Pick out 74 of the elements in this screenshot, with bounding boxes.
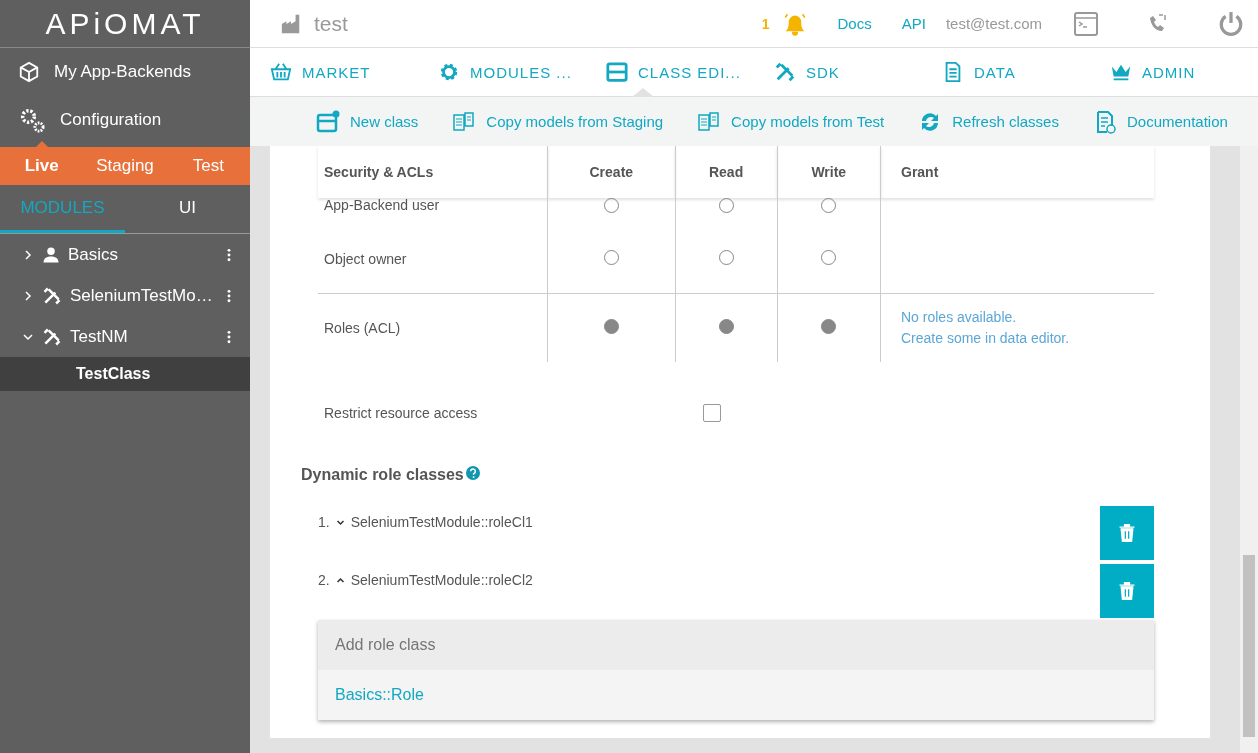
caret-up-icon [335, 576, 345, 585]
list-number: 2. [318, 572, 330, 588]
window-icon [606, 61, 628, 83]
user-email[interactable]: test@test.com [945, 15, 1042, 32]
table-cell: Object owner [318, 225, 548, 294]
header-link[interactable]: API [901, 15, 926, 32]
column-header: Read [675, 146, 778, 198]
toolbar-button[interactable]: Copy models from Staging [452, 109, 664, 134]
power-icon [1218, 10, 1244, 37]
tree-item[interactable]: SeleniumTestMo… [70, 285, 214, 306]
factory-icon [280, 12, 302, 35]
toolbar-button[interactable]: Documentation [1092, 109, 1228, 134]
toolbar-button[interactable]: Refresh classes [918, 109, 1059, 134]
environment-tab[interactable]: Test [166, 147, 250, 185]
person-icon [42, 245, 60, 264]
trash-icon [1117, 523, 1137, 543]
sidebar-tab[interactable]: UI [125, 185, 250, 233]
chevron-right-icon[interactable] [22, 248, 34, 261]
nav-tab[interactable]: DATA [942, 48, 1110, 96]
gears-icon [18, 106, 46, 134]
column-header: Grant [880, 146, 1154, 198]
delete-button[interactable] [1100, 564, 1154, 618]
role-class-name[interactable]: SeleniumTestModule::roleCl2 [350, 572, 533, 588]
dropdown-option[interactable]: Basics::Role [318, 670, 1154, 720]
toolbar-button[interactable]: New class [316, 109, 419, 134]
window-plus-icon [316, 109, 340, 134]
tree-item[interactable]: TestClass [0, 357, 250, 391]
scrollbar-thumb[interactable] [1243, 555, 1255, 737]
sidebar-tab[interactable]: MODULES [0, 185, 125, 233]
checkbox[interactable] [703, 404, 721, 422]
radio-button[interactable] [718, 319, 734, 334]
copy-documents-icon [452, 109, 477, 134]
nav-tab[interactable]: ADMIN [1110, 48, 1258, 96]
tree-item[interactable]: Basics [68, 244, 214, 265]
role-class-name[interactable]: SeleniumTestModule::roleCl1 [350, 514, 533, 530]
nav-tab[interactable]: MODULES ... [438, 48, 606, 96]
nav-tab[interactable]: SDK [774, 48, 942, 96]
notification-count: 1 [761, 15, 770, 32]
tools-icon [42, 326, 62, 347]
delete-button[interactable] [1100, 506, 1154, 560]
environment-tab[interactable]: Live [0, 147, 84, 185]
table-cell: App-Backend user [318, 198, 548, 225]
gear-icon [438, 61, 460, 83]
copy-documents-icon [697, 109, 722, 134]
header-link[interactable]: Docs [837, 15, 872, 32]
terminal-icon [1074, 11, 1098, 36]
caret-down-icon [335, 518, 345, 527]
tools-icon [774, 61, 796, 83]
column-header: Write [777, 146, 881, 198]
nav-tab[interactable]: MARKET [270, 48, 438, 96]
table-cell: Roles (ACL) [318, 293, 548, 362]
trash-icon [1117, 581, 1137, 601]
tree-item[interactable]: TestNM [70, 326, 214, 347]
cube-icon [18, 61, 40, 83]
grant-link[interactable]: Create some in data editor. [901, 328, 1153, 349]
basket-icon [270, 61, 292, 83]
column-header: Security & ACLs [318, 146, 548, 198]
radio-button[interactable] [821, 319, 837, 334]
environment-tab[interactable]: Staging [83, 147, 167, 185]
tools-icon [42, 285, 62, 306]
grant-link[interactable]: No roles available. [901, 307, 1153, 328]
sidebar-item[interactable]: Configuration [0, 96, 250, 144]
chevron-right-icon[interactable] [22, 289, 34, 302]
toolbar-button[interactable]: Copy models from Test [697, 109, 885, 134]
section-title: Dynamic role classes [301, 466, 464, 484]
role-class-input[interactable]: Add role class [318, 620, 1154, 670]
radio-button[interactable] [603, 319, 619, 334]
logo: APiOMAT [0, 0, 250, 48]
list-number: 1. [318, 514, 330, 530]
column-header: Create [547, 146, 676, 198]
app-title: test [314, 11, 349, 36]
help-icon [465, 466, 480, 480]
checkbox-label: Restrict resource access [324, 405, 479, 421]
sidebar-item[interactable]: My App-Backends [0, 48, 250, 96]
